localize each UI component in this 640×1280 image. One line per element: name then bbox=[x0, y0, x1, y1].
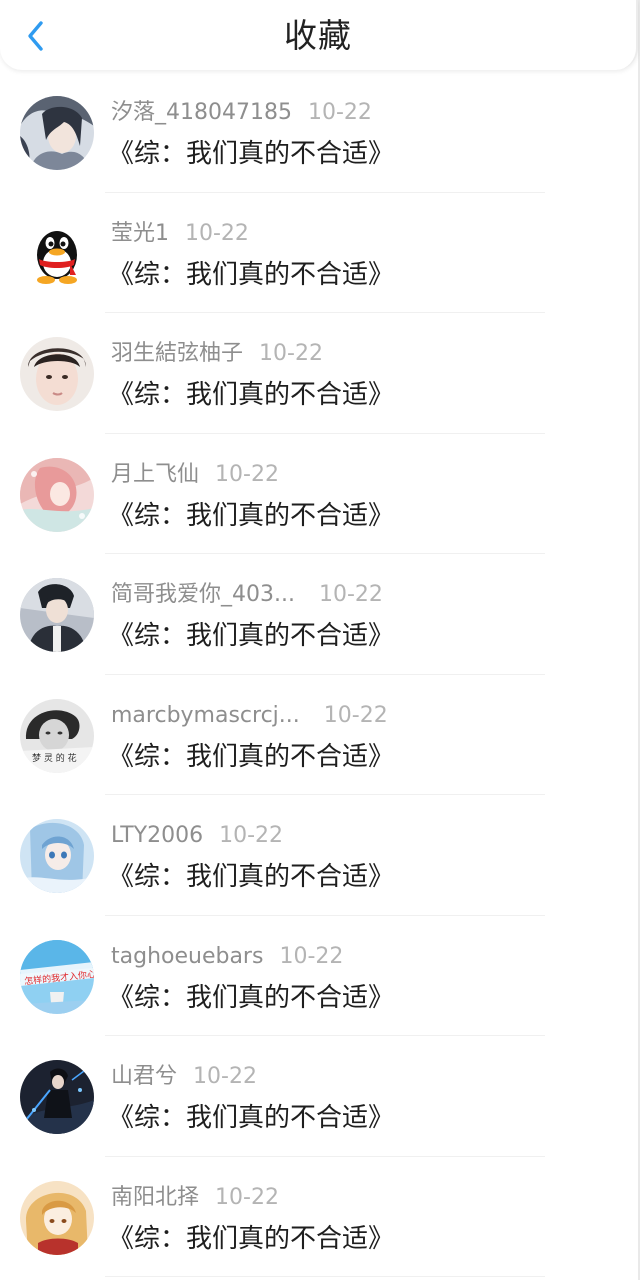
avatar[interactable] bbox=[20, 1180, 94, 1255]
avatar[interactable] bbox=[20, 578, 94, 652]
username[interactable]: 南阳北择 bbox=[111, 1185, 199, 1210]
book-title[interactable]: 《综：我们真的不合适》 bbox=[108, 136, 394, 172]
book-title[interactable]: 《综：我们真的不合适》 bbox=[108, 257, 394, 293]
username[interactable]: 汐落_418047185 bbox=[111, 100, 292, 125]
favorite-item[interactable]: 月上飞仙 10-22 《综：我们真的不合适》 bbox=[0, 434, 640, 554]
avatar[interactable] bbox=[20, 216, 94, 291]
date: 10-22 bbox=[318, 582, 383, 607]
item-meta: 莹光1 10-22 bbox=[111, 219, 249, 249]
favorite-item[interactable]: 简哥我爱你_403... 10-22 《综：我们真的不合适》 bbox=[0, 554, 640, 675]
qq-penguin-icon bbox=[20, 216, 94, 291]
favorite-item[interactable]: LTY2006 10-22 《综：我们真的不合适》 bbox=[0, 795, 640, 916]
username[interactable]: 莹光1 bbox=[111, 221, 169, 246]
avatar[interactable]: 怎样的我才入你心 bbox=[20, 939, 94, 1014]
date: 10-22 bbox=[279, 943, 344, 969]
username[interactable]: marcbymascrcj... bbox=[111, 703, 300, 728]
item-meta: taghoeuebars 10-22 bbox=[111, 942, 343, 972]
avatar[interactable] bbox=[20, 1060, 94, 1134]
item-meta: 山君兮 10-22 bbox=[111, 1062, 257, 1092]
avatar[interactable] bbox=[20, 96, 94, 170]
favorite-item[interactable]: 怎样的我才入你心 taghoeuebars 10-22 《综：我们真的不合适》 bbox=[0, 916, 640, 1036]
date: 10-22 bbox=[193, 1064, 257, 1089]
divider bbox=[105, 1276, 545, 1277]
item-meta: 羽生結弦柚子 10-22 bbox=[111, 339, 323, 369]
date: 10-22 bbox=[259, 341, 323, 366]
date: 10-22 bbox=[307, 100, 372, 125]
item-meta: marcbymascrcj... 10-22 bbox=[111, 701, 388, 731]
favorite-item[interactable]: 山君兮 10-22 《综：我们真的不合适》 bbox=[0, 1036, 640, 1157]
username[interactable]: 羽生結弦柚子 bbox=[111, 341, 243, 366]
username[interactable]: taghoeuebars bbox=[111, 944, 263, 969]
book-title[interactable]: 《综：我们真的不合适》 bbox=[108, 739, 394, 775]
book-title[interactable]: 《综：我们真的不合适》 bbox=[108, 1221, 394, 1257]
favorite-item[interactable]: 南阳北择 10-22 《综：我们真的不合适》 bbox=[0, 1157, 640, 1277]
item-meta: 汐落_418047185 10-22 bbox=[111, 98, 372, 128]
book-title[interactable]: 《综：我们真的不合适》 bbox=[108, 498, 394, 534]
username[interactable]: 山君兮 bbox=[111, 1064, 177, 1089]
book-title[interactable]: 《综：我们真的不合适》 bbox=[108, 377, 394, 413]
item-meta: LTY2006 10-22 bbox=[111, 821, 283, 851]
item-meta: 简哥我爱你_403... 10-22 bbox=[111, 580, 383, 610]
item-meta: 南阳北择 10-22 bbox=[111, 1183, 279, 1213]
username[interactable]: LTY2006 bbox=[111, 823, 203, 848]
date: 10-22 bbox=[323, 702, 388, 728]
favorite-item[interactable]: 梦 灵 的 花 marcbymascrcj... 10-22 《综：我们真的不合适… bbox=[0, 675, 640, 795]
date: 10-22 bbox=[185, 220, 249, 246]
avatar[interactable]: 梦 灵 的 花 bbox=[20, 698, 94, 773]
username[interactable]: 月上飞仙 bbox=[111, 462, 199, 487]
date: 10-22 bbox=[215, 461, 279, 487]
favorite-item[interactable]: 汐落_418047185 10-22 《综：我们真的不合适》 bbox=[0, 72, 640, 193]
top-bar: 收藏 bbox=[0, 0, 638, 70]
avatar[interactable] bbox=[20, 819, 94, 893]
avatar[interactable] bbox=[20, 457, 94, 532]
book-title[interactable]: 《综：我们真的不合适》 bbox=[108, 980, 394, 1016]
book-title[interactable]: 《综：我们真的不合适》 bbox=[108, 859, 394, 895]
favorite-item[interactable]: 莹光1 10-22 《综：我们真的不合适》 bbox=[0, 193, 640, 313]
item-meta: 月上飞仙 10-22 bbox=[111, 460, 279, 490]
favorites-page: 收藏 汐落_418047185 10-22 《综：我们真的不合适》 莹光1 10… bbox=[0, 0, 640, 1280]
svg-text:梦 灵 的 花: 梦 灵 的 花 bbox=[32, 752, 77, 764]
username[interactable]: 简哥我爱你_403... bbox=[111, 582, 295, 607]
date: 10-22 bbox=[219, 823, 284, 848]
book-title[interactable]: 《综：我们真的不合适》 bbox=[108, 1100, 394, 1136]
page-title: 收藏 bbox=[284, 16, 352, 55]
book-title[interactable]: 《综：我们真的不合适》 bbox=[108, 618, 394, 654]
date: 10-22 bbox=[215, 1184, 279, 1210]
favorites-list: 汐落_418047185 10-22 《综：我们真的不合适》 莹光1 10-22… bbox=[0, 72, 640, 1277]
favorite-item[interactable]: 羽生結弦柚子 10-22 《综：我们真的不合适》 bbox=[0, 313, 640, 434]
avatar[interactable] bbox=[20, 337, 94, 411]
